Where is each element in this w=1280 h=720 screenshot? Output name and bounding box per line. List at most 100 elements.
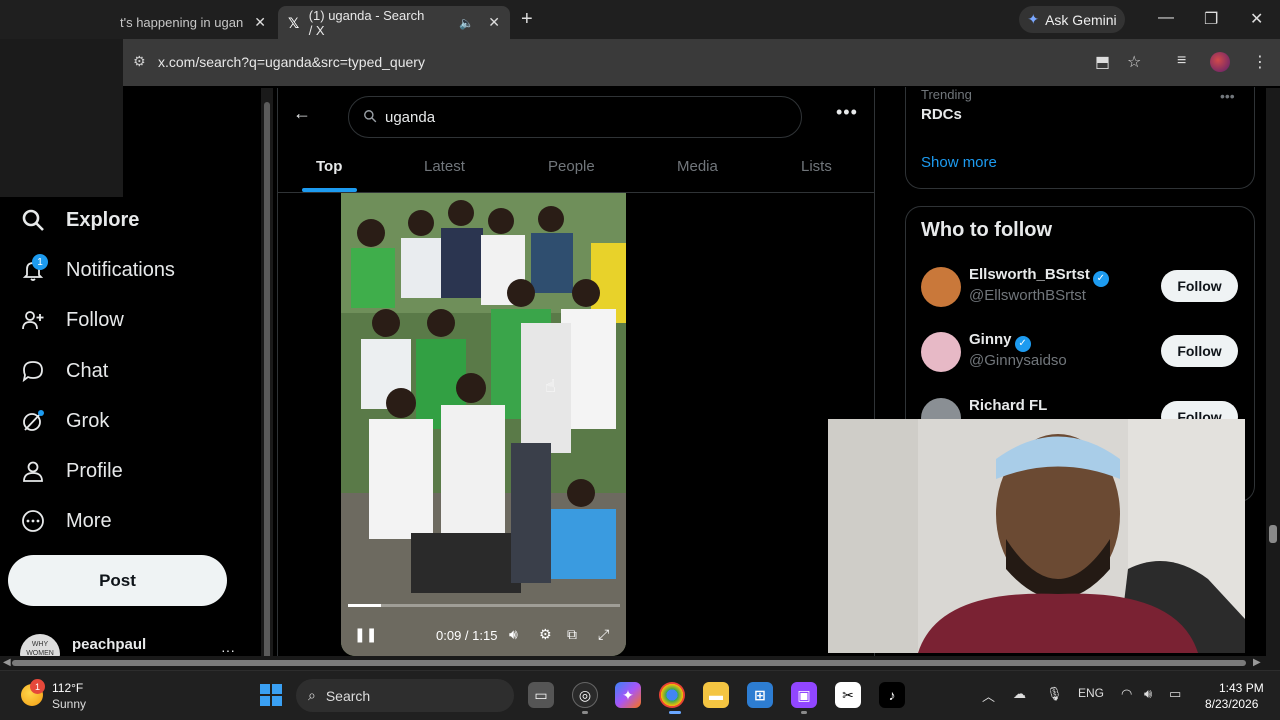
- trend-more-icon[interactable]: •••: [1220, 88, 1235, 104]
- tab-media[interactable]: Media: [677, 158, 718, 175]
- scroll-thumb[interactable]: [1269, 525, 1277, 543]
- running-indicator: [801, 711, 807, 714]
- close-tab-icon[interactable]: ✕: [488, 14, 500, 31]
- nav-label: Follow: [66, 308, 124, 331]
- wifi-icon[interactable]: ◠: [1121, 686, 1132, 702]
- twitch-icon[interactable]: ▣: [791, 682, 817, 708]
- tab-people[interactable]: People: [548, 158, 595, 175]
- nav-label: Profile: [66, 459, 123, 482]
- bookmark-star-icon[interactable]: ☆: [1127, 52, 1141, 72]
- file-explorer-icon[interactable]: ▬: [703, 682, 729, 708]
- onedrive-icon[interactable]: ☁: [1013, 686, 1026, 702]
- close-tab-icon[interactable]: ✕: [254, 14, 266, 31]
- account-name-row: Ginny ✓: [969, 331, 1031, 352]
- tab-lists[interactable]: Lists: [801, 158, 832, 175]
- nav-grok[interactable]: Grok: [20, 404, 109, 438]
- volume-icon[interactable]: 🔊︎: [509, 626, 518, 643]
- settings-gear-icon[interactable]: ⚙: [539, 626, 552, 643]
- verified-badge-icon: ✓: [1014, 336, 1031, 352]
- tray-expand-icon[interactable]: ︿: [982, 686, 995, 705]
- trend-name[interactable]: RDCs: [921, 106, 962, 123]
- video-progress-track[interactable]: [348, 604, 620, 607]
- nav-follow[interactable]: Follow: [20, 303, 124, 337]
- who-to-follow-title: Who to follow: [921, 219, 1053, 241]
- site-settings-icon[interactable]: ⚙: [133, 53, 146, 70]
- battery-icon[interactable]: ▭: [1169, 686, 1181, 702]
- clock-date[interactable]: 8/23/2026: [1205, 697, 1258, 711]
- account-handle: @Ginnysaidso: [969, 352, 1067, 369]
- search-icon: ⌕: [308, 687, 316, 703]
- tab-title: t's happening in ugan: [120, 15, 244, 30]
- horizontal-scrollbar[interactable]: ◀ ▶: [0, 656, 1280, 670]
- verified-badge-icon: ✓: [1092, 271, 1109, 287]
- capcut-icon[interactable]: ✂: [835, 682, 861, 708]
- url-field[interactable]: x.com/search?q=uganda&src=typed_query: [158, 54, 425, 70]
- scroll-right-icon[interactable]: ▶: [1253, 657, 1261, 668]
- tab-latest[interactable]: Latest: [424, 158, 465, 175]
- install-app-icon[interactable]: ⬒: [1095, 52, 1110, 72]
- avatar[interactable]: [921, 267, 961, 307]
- microphone-icon[interactable]: 🎙︎: [1046, 686, 1063, 702]
- windows-start-icon[interactable]: [260, 684, 282, 706]
- add-person-icon: [20, 307, 46, 333]
- account-name: Richard FL: [969, 397, 1048, 414]
- new-tab-button[interactable]: +: [521, 8, 533, 31]
- chrome-icon[interactable]: [659, 682, 685, 708]
- nav-label: Explore: [66, 208, 140, 231]
- media-controls-icon[interactable]: ≡: [1177, 52, 1186, 70]
- show-more-link[interactable]: Show more: [921, 154, 997, 171]
- language-indicator[interactable]: ENG: [1078, 686, 1104, 700]
- tiktok-icon[interactable]: ♪: [879, 682, 905, 708]
- tab-title: (1) uganda - Search / X: [308, 7, 425, 38]
- follow-button[interactable]: Follow: [1161, 335, 1238, 367]
- nav-profile[interactable]: Profile: [20, 454, 123, 488]
- page-scrollbar[interactable]: [1266, 88, 1280, 656]
- search-icon: [363, 109, 377, 126]
- scroll-thumb[interactable]: [264, 102, 270, 687]
- task-view-icon[interactable]: ▭: [528, 682, 554, 708]
- follow-button[interactable]: Follow: [1161, 270, 1238, 302]
- nav-explore[interactable]: Explore: [20, 203, 139, 237]
- speaker-icon[interactable]: 🔈: [459, 16, 474, 30]
- left-scrollbar[interactable]: [261, 88, 273, 687]
- account-handle: @EllsworthBSrtst: [969, 287, 1086, 304]
- store-icon[interactable]: ⊞: [747, 682, 773, 708]
- restore-icon[interactable]: ❐: [1204, 9, 1218, 29]
- search-input[interactable]: uganda: [348, 96, 802, 138]
- scroll-thumb[interactable]: [12, 660, 1246, 666]
- volume-icon[interactable]: 🔊︎: [1144, 686, 1152, 702]
- browser-profile-avatar[interactable]: [1210, 52, 1230, 72]
- video-player[interactable]: [341, 193, 626, 656]
- nav-label: More: [66, 509, 112, 532]
- browser-menu-icon[interactable]: ⋮: [1252, 52, 1268, 72]
- browser-tab-active[interactable]: 𝕏 (1) uganda - Search / X 🔈 ✕: [278, 6, 510, 39]
- account-username[interactable]: peachpaul: [72, 636, 146, 653]
- browser-tab-inactive[interactable]: t's happening in ugan ✕: [110, 6, 276, 39]
- clock-time[interactable]: 1:43 PM: [1219, 681, 1264, 695]
- weather-temp[interactable]: 112°F: [52, 681, 83, 695]
- taskbar-search[interactable]: ⌕ Search: [296, 679, 514, 712]
- fullscreen-icon[interactable]: ⤢: [598, 626, 609, 643]
- post-button[interactable]: Post: [8, 555, 227, 606]
- nav-chat[interactable]: Chat: [20, 354, 108, 388]
- avatar[interactable]: [921, 332, 961, 372]
- trend-category: Trending: [921, 87, 972, 102]
- nav-more[interactable]: More: [20, 504, 112, 538]
- weather-badge: 1: [30, 679, 45, 694]
- pause-icon[interactable]: ❚❚: [354, 626, 377, 643]
- search-options-icon[interactable]: •••: [836, 102, 858, 123]
- copilot-icon[interactable]: ✦: [615, 682, 641, 708]
- minimize-icon[interactable]: —: [1158, 9, 1174, 27]
- bell-icon: 1: [20, 254, 48, 283]
- back-arrow-icon[interactable]: ←: [293, 103, 311, 124]
- nav-notifications[interactable]: 1 Notifications: [20, 253, 175, 287]
- scroll-left-icon[interactable]: ◀: [3, 657, 11, 668]
- weather-condition[interactable]: Sunny: [52, 697, 86, 711]
- ask-gemini-button[interactable]: ✦ Ask Gemini: [1019, 6, 1125, 33]
- tab-top[interactable]: Top: [316, 158, 342, 175]
- nav-label: Chat: [66, 359, 109, 382]
- close-window-icon[interactable]: ✕: [1250, 9, 1263, 29]
- ask-gemini-label: Ask Gemini: [1045, 11, 1117, 28]
- app-icon[interactable]: ◎: [572, 682, 598, 708]
- pip-icon[interactable]: ⧉: [567, 626, 577, 643]
